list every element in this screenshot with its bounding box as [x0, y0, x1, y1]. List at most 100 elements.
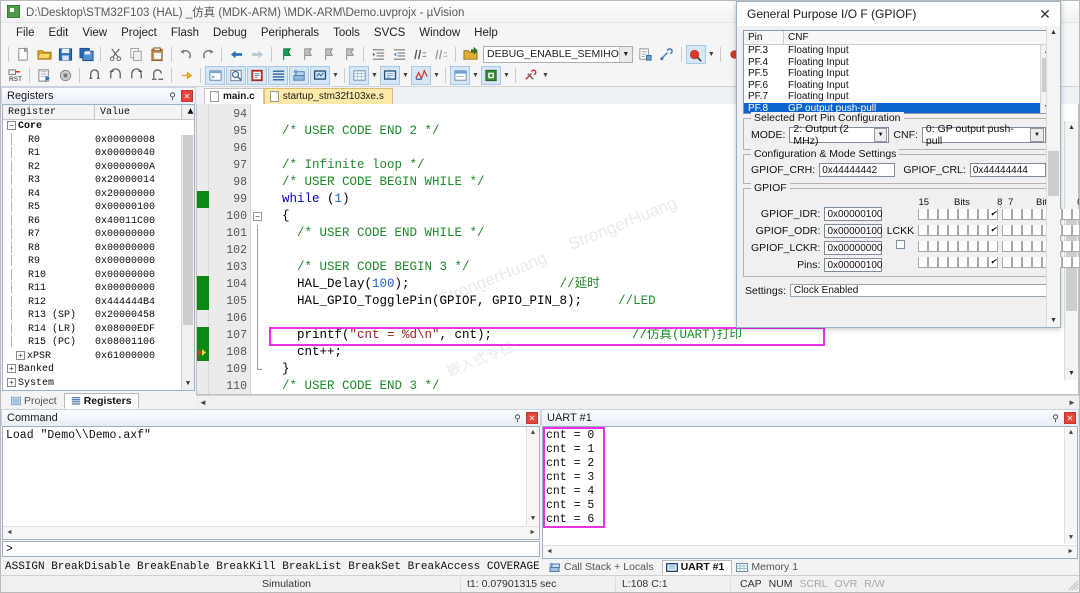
- bit-11[interactable]: [958, 225, 968, 236]
- save-icon[interactable]: [55, 45, 75, 64]
- table-row[interactable]: │ R40x20000000: [3, 188, 194, 202]
- close-icon[interactable]: ✕: [526, 412, 538, 424]
- pins-bits-high[interactable]: ✔: [918, 257, 998, 268]
- bit-1[interactable]: [1062, 241, 1072, 252]
- bit-6[interactable]: [1012, 257, 1022, 268]
- scroll-right-icon[interactable]: ►: [1065, 398, 1079, 407]
- bit-11[interactable]: [958, 209, 968, 220]
- pin-row[interactable]: PF.7Floating Input: [744, 91, 1053, 103]
- table-row[interactable]: │ R15 (PC)0x08001106: [3, 336, 194, 350]
- bit-9[interactable]: [978, 241, 988, 252]
- crh-input[interactable]: 0x44444442: [819, 163, 895, 177]
- manage-project-items-icon[interactable]: [636, 45, 656, 64]
- bookmark-next-icon[interactable]: [318, 45, 338, 64]
- bit-10[interactable]: [968, 225, 978, 236]
- menu-item-help[interactable]: Help: [467, 25, 505, 41]
- serial-window-icon[interactable]: [380, 66, 400, 85]
- run-icon[interactable]: [34, 66, 54, 85]
- menu-item-file[interactable]: File: [9, 25, 42, 41]
- scroll-up-icon[interactable]: ▲: [527, 427, 539, 439]
- breakpoint-marker-line107[interactable]: [197, 327, 209, 344]
- configure-icon[interactable]: [657, 45, 677, 64]
- chevron-down-icon[interactable]: ▼: [1030, 128, 1044, 142]
- pin-row[interactable]: PF.3Floating Input: [744, 45, 1053, 57]
- bit-1[interactable]: [1062, 209, 1072, 220]
- scrollbar-thumb[interactable]: [183, 135, 193, 325]
- bit-12[interactable]: [948, 225, 958, 236]
- symbols-window-icon[interactable]: [247, 66, 267, 85]
- table-row[interactable]: │ R20x0000000A: [3, 161, 194, 175]
- pin-icon[interactable]: ⚲: [512, 412, 523, 424]
- copy-icon[interactable]: [126, 45, 146, 64]
- table-row[interactable]: │ R30x20000014: [3, 174, 194, 188]
- bit-6[interactable]: [1012, 209, 1022, 220]
- tab-main-c[interactable]: main.c: [204, 88, 264, 104]
- bit-7[interactable]: [1002, 209, 1012, 220]
- command-output[interactable]: Load "Demo\\Demo.axf" ▲ ▼ ◄ ►: [2, 426, 540, 540]
- tab-uart1[interactable]: UART #1: [662, 560, 733, 575]
- bit-4[interactable]: [1032, 209, 1042, 220]
- table-row[interactable]: │ R50x00000100: [3, 201, 194, 215]
- lckr-bits-low[interactable]: [1002, 241, 1080, 252]
- show-next-statement-icon[interactable]: [176, 66, 196, 85]
- bit-9[interactable]: [978, 257, 988, 268]
- bit-12[interactable]: [948, 241, 958, 252]
- chevron-down-icon[interactable]: ▼: [432, 66, 441, 85]
- gpiof-dialog[interactable]: General Purpose I/O F (GPIOF) ✕ Pin CNF …: [736, 1, 1061, 328]
- bit-15[interactable]: [918, 209, 928, 220]
- bit-0[interactable]: [1072, 209, 1080, 220]
- bit-8[interactable]: ✔: [988, 257, 998, 268]
- table-row[interactable]: │ R13 (SP)0x20000458: [3, 309, 194, 323]
- scroll-down-icon[interactable]: ▼: [1065, 532, 1077, 544]
- lckr-bits-high[interactable]: [918, 241, 998, 252]
- menu-item-svcs[interactable]: SVCS: [367, 25, 412, 41]
- table-row[interactable]: │ R120x444444B4: [3, 296, 194, 310]
- bit-10[interactable]: [968, 257, 978, 268]
- scroll-up-icon[interactable]: ▲: [1065, 121, 1078, 134]
- pin-table[interactable]: Pin CNF PF.3Floating Input PF.4Floating …: [743, 30, 1054, 114]
- bit-1[interactable]: [1062, 225, 1072, 236]
- bit-5[interactable]: [1022, 225, 1032, 236]
- odr-bits-low[interactable]: [1002, 225, 1080, 236]
- registers-vertical-scrollbar[interactable]: ▼: [181, 135, 194, 390]
- bookmark-clear-icon[interactable]: [339, 45, 359, 64]
- uart-output[interactable]: cnt = 0 cnt = 1 cnt = 2 cnt = 3 cnt = 4 …: [542, 426, 1078, 559]
- tab-project[interactable]: Project: [4, 393, 64, 409]
- tab-call-stack-locals[interactable]: Call Stack + Locals: [545, 560, 662, 575]
- save-all-icon[interactable]: [76, 45, 96, 64]
- indent-icon[interactable]: [368, 45, 388, 64]
- bit-1[interactable]: [1062, 257, 1072, 268]
- bit-15[interactable]: [918, 257, 928, 268]
- menu-item-window[interactable]: Window: [412, 25, 467, 41]
- open-folder-icon[interactable]: [34, 45, 54, 64]
- bit-9[interactable]: [978, 225, 988, 236]
- system-viewer-icon[interactable]: [481, 66, 501, 85]
- chevron-down-icon[interactable]: ▼: [370, 66, 379, 85]
- breakpoint-gutter[interactable]: [197, 104, 209, 394]
- pin-row[interactable]: PF.4Floating Input: [744, 57, 1053, 69]
- close-icon[interactable]: ✕: [181, 90, 193, 102]
- bit-6[interactable]: [1012, 225, 1022, 236]
- pins-input[interactable]: 0x00000100: [824, 258, 882, 272]
- mode-select[interactable]: 2: Output (2 MHz) ▼: [789, 127, 889, 143]
- collapse-icon[interactable]: −: [7, 121, 16, 130]
- uart-horizontal-scrollbar[interactable]: ◄ ►: [543, 545, 1077, 558]
- idr-input[interactable]: 0x00000100: [824, 207, 882, 221]
- watch-window2-icon[interactable]: [310, 66, 330, 85]
- cut-icon[interactable]: [105, 45, 125, 64]
- scroll-up-icon[interactable]: ▲: [181, 105, 194, 119]
- table-row[interactable]: │ R00x00000008: [3, 134, 194, 148]
- chevron-down-icon[interactable]: ▼: [541, 66, 550, 85]
- table-row[interactable]: │ R90x00000000: [3, 255, 194, 269]
- call-stack-icon[interactable]: [289, 66, 309, 85]
- bookmark-prev-icon[interactable]: [297, 45, 317, 64]
- bit-11[interactable]: [958, 241, 968, 252]
- bit-7[interactable]: [1002, 225, 1012, 236]
- trace-window-icon[interactable]: [450, 66, 470, 85]
- chevron-down-icon[interactable]: ▼: [502, 66, 511, 85]
- scroll-left-icon[interactable]: ◄: [543, 548, 556, 556]
- pin-icon[interactable]: ⚲: [1050, 412, 1061, 424]
- idr-bits-low[interactable]: [1002, 209, 1080, 220]
- crl-input[interactable]: 0x44444444: [970, 163, 1046, 177]
- bit-13[interactable]: [938, 241, 948, 252]
